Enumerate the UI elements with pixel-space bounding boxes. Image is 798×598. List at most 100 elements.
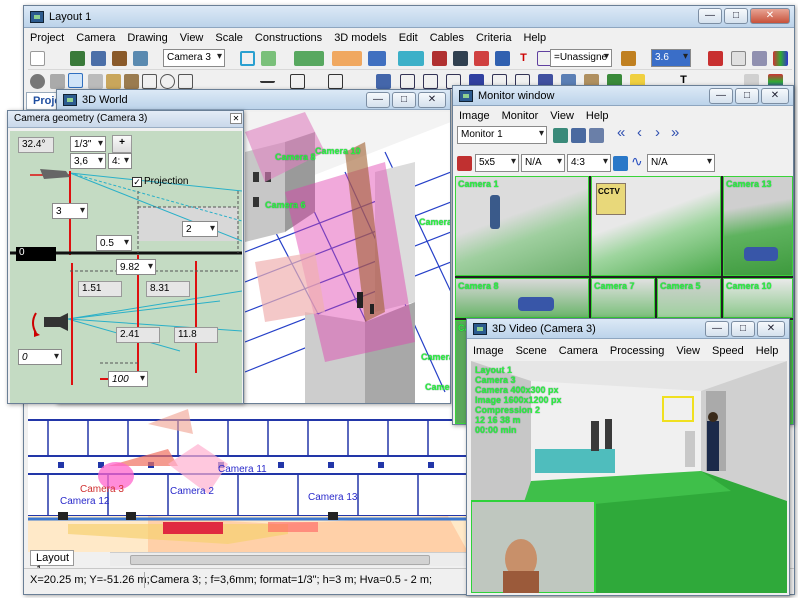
- report-icon[interactable]: [708, 51, 723, 66]
- low-value-select[interactable]: 0.5: [96, 235, 132, 251]
- world-label-camera-2[interactable]: Camera 2: [425, 382, 450, 392]
- na-select-2[interactable]: N/A: [647, 154, 715, 172]
- monitor-select[interactable]: Monitor 1: [457, 126, 547, 144]
- window-icon[interactable]: [423, 74, 438, 89]
- monitor-icon[interactable]: [474, 51, 489, 66]
- screen-icon[interactable]: [613, 156, 628, 171]
- new-icon[interactable]: [30, 51, 45, 66]
- cable-select[interactable]: =Unassigne: [550, 49, 612, 67]
- cut-icon[interactable]: [88, 74, 103, 89]
- move-icon[interactable]: [142, 74, 157, 89]
- plan-label-camera-12[interactable]: Camera 12: [60, 496, 109, 507]
- scale-icon[interactable]: [178, 74, 193, 89]
- plan-label-camera-13[interactable]: Camera 13: [308, 492, 357, 503]
- video-maximize-button[interactable]: □: [731, 321, 755, 337]
- video-minimize-button[interactable]: —: [705, 321, 729, 337]
- menu-project[interactable]: Project: [24, 32, 70, 44]
- eraser-icon[interactable]: [50, 74, 65, 89]
- close-button[interactable]: ✕: [750, 8, 790, 24]
- plan-label-camera-2[interactable]: Camera 2: [170, 486, 214, 497]
- zero-select[interactable]: 0: [16, 247, 56, 261]
- world-3d-view[interactable]: Camera 10 Camera 8 Camera 6 Camera 1 Cam…: [245, 112, 450, 403]
- text-icon[interactable]: T: [516, 51, 531, 66]
- monitor-titlebar[interactable]: Monitor window — □ ✕: [453, 86, 793, 106]
- geometry-titlebar[interactable]: Camera geometry (Camera 3) ✕: [8, 111, 243, 128]
- main-titlebar[interactable]: Layout 1 — □ ✕: [24, 6, 794, 28]
- menu-constructions[interactable]: Constructions: [249, 32, 328, 44]
- menu-camera[interactable]: Camera: [70, 32, 121, 44]
- projection-checkbox[interactable]: ✓: [132, 177, 142, 187]
- world-label-camera-6[interactable]: Camera 6: [265, 200, 306, 210]
- monitor-menu-help[interactable]: Help: [580, 110, 615, 122]
- na-select-1[interactable]: N/A: [521, 154, 565, 172]
- plan-label-camera-11[interactable]: Camera 11: [218, 464, 267, 475]
- monitor-tile-camera-10[interactable]: Camera 10: [723, 278, 793, 318]
- rotate-icon[interactable]: [112, 51, 127, 66]
- distance-3-field[interactable]: 2.41: [116, 327, 160, 343]
- monitor-menu-image[interactable]: Image: [453, 110, 496, 122]
- wall-icon[interactable]: [376, 74, 391, 89]
- signal-icon[interactable]: ∿: [631, 153, 643, 170]
- grid-select[interactable]: 5x5: [475, 154, 519, 172]
- menu-cables[interactable]: Cables: [424, 32, 470, 44]
- format-select[interactable]: 1/3": [70, 136, 106, 152]
- monitor-menu-monitor[interactable]: Monitor: [496, 110, 545, 122]
- zone-icon[interactable]: [261, 51, 276, 66]
- video-titlebar[interactable]: 3D Video (Camera 3) — □ ✕: [467, 319, 789, 339]
- video-frame[interactable]: Layout 1 Camera 3 Camera 400x300 px Imag…: [471, 361, 787, 593]
- world-maximize-button[interactable]: □: [392, 92, 416, 108]
- menu-drawing[interactable]: Drawing: [121, 32, 173, 44]
- person-icon[interactable]: [432, 51, 447, 66]
- monitor-layout-icon[interactable]: [571, 128, 586, 143]
- help-icon[interactable]: [731, 51, 746, 66]
- first-page-icon[interactable]: «: [617, 124, 625, 141]
- maximize-button[interactable]: □: [724, 8, 748, 24]
- color-zone-icon[interactable]: [368, 51, 386, 66]
- print-icon[interactable]: [752, 51, 767, 66]
- geometry-close-button[interactable]: ✕: [230, 113, 242, 124]
- focal-select[interactable]: 3.6: [651, 49, 691, 67]
- polyline-icon[interactable]: [290, 74, 305, 89]
- angle-field[interactable]: 32.4°: [18, 137, 54, 153]
- menu-edit[interactable]: Edit: [393, 32, 424, 44]
- world-label-camera-8[interactable]: Camera 8: [275, 152, 316, 162]
- video-menu-image[interactable]: Image: [467, 345, 510, 357]
- menu-view[interactable]: View: [174, 32, 210, 44]
- monitor-tile-camera-7[interactable]: Camera 7: [591, 278, 655, 318]
- monitor-maximize-button[interactable]: □: [735, 88, 759, 104]
- plan-label-camera-3[interactable]: Camera 3: [80, 484, 124, 495]
- tilt-select[interactable]: 0: [18, 349, 62, 365]
- stop-icon[interactable]: [30, 74, 45, 89]
- menu-3d-models[interactable]: 3D models: [328, 32, 393, 44]
- video-menu-camera[interactable]: Camera: [553, 345, 604, 357]
- monitor-list-icon[interactable]: [589, 128, 604, 143]
- monitor-close-button[interactable]: ✕: [761, 88, 789, 104]
- floor-plan-area[interactable]: Camera 3 Camera 2 Camera 11 Camera 12 Ca…: [28, 404, 468, 552]
- chart-icon[interactable]: [773, 51, 788, 66]
- figure-icon[interactable]: [453, 51, 468, 66]
- distance-1-field[interactable]: 1.51: [78, 281, 122, 297]
- next-page-icon[interactable]: ›: [655, 124, 660, 141]
- video-menu-scene[interactable]: Scene: [510, 345, 553, 357]
- video-close-button[interactable]: ✕: [757, 321, 785, 337]
- last-page-icon[interactable]: »: [671, 124, 679, 141]
- distance-2-field[interactable]: 8.31: [146, 281, 190, 297]
- monitor-tile-camera-8[interactable]: Camera 8: [455, 278, 589, 318]
- world-label-camera-3[interactable]: Camera 3: [421, 352, 450, 362]
- monitor-tile-camera-5[interactable]: Camera 5: [657, 278, 721, 318]
- video-menu-view[interactable]: View: [670, 345, 706, 357]
- menu-scale[interactable]: Scale: [209, 32, 249, 44]
- monitor-minimize-button[interactable]: —: [709, 88, 733, 104]
- plan-scrollbar[interactable]: [110, 552, 470, 566]
- monitor-tile-cctv[interactable]: CCTV: [591, 176, 721, 276]
- camera-tools-icon[interactable]: [91, 51, 106, 66]
- rotate-cw-icon[interactable]: [160, 74, 175, 89]
- aspect-select[interactable]: 4:: [108, 153, 132, 169]
- menu-help[interactable]: Help: [517, 32, 552, 44]
- sheet-tab[interactable]: Layout 1: [30, 550, 74, 576]
- list-icon[interactable]: [621, 51, 636, 66]
- add-focal-button[interactable]: +: [112, 135, 132, 153]
- rect-icon[interactable]: [328, 74, 343, 89]
- world-minimize-button[interactable]: —: [366, 92, 390, 108]
- view-icon[interactable]: [133, 51, 148, 66]
